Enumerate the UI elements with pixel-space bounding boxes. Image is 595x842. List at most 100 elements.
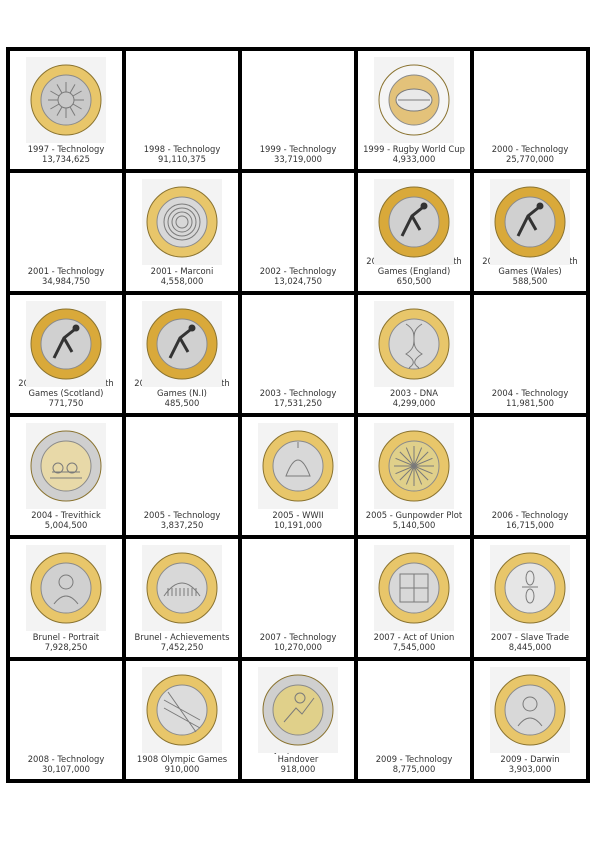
coin-cell: 2008 - Technology 30,107,000 bbox=[10, 661, 122, 779]
coin-cell: 1999 - Technology 33,719,000 bbox=[242, 51, 354, 169]
coin-cell: 2004 - Technology 11,981,500 bbox=[474, 295, 586, 413]
coin-caption: 2003 - Technology 17,531,250 bbox=[242, 388, 354, 408]
coin-cell: 2006Brunel - Portrait7,928,250 bbox=[10, 539, 122, 657]
mintage-count: 3,837,250 bbox=[160, 520, 204, 530]
coin-title: 2001 - Marconi bbox=[150, 266, 214, 276]
coin-image bbox=[374, 57, 454, 143]
mintage-count: 25,770,000 bbox=[506, 154, 554, 164]
coin-image bbox=[26, 423, 106, 509]
coin-title: 2004 - Trevithick bbox=[31, 510, 101, 520]
wwii-coin-icon bbox=[262, 430, 334, 502]
mintage-count: 650,500 bbox=[396, 276, 432, 286]
coin-caption: 2005 - Technology 3,837,250 bbox=[126, 510, 238, 530]
mintage-count: 11,981,500 bbox=[506, 398, 554, 408]
coin-caption: 2004 - Technology 11,981,500 bbox=[474, 388, 586, 408]
mintage-count: 33,719,000 bbox=[274, 154, 322, 164]
coin-grid: 1997 - Technology 13,734,625 1998 - Techno… bbox=[6, 47, 590, 783]
coin-title: 2007 - Technology bbox=[259, 632, 337, 642]
mintage-count: 588,500 bbox=[512, 276, 548, 286]
coin-title: Games (Wales) bbox=[498, 266, 562, 276]
mintage-count: 34,984,750 bbox=[42, 276, 90, 286]
coin-image bbox=[26, 57, 106, 143]
coin-title: 2007 - Slave Trade bbox=[490, 632, 570, 642]
coin-title: 2009 - Darwin bbox=[500, 754, 560, 764]
mintage-count: 91,110,375 bbox=[158, 154, 206, 164]
rugby-world-cup-coin-icon bbox=[378, 64, 450, 136]
coin-image bbox=[490, 179, 570, 265]
coin-caption: 2008 - Technology 30,107,000 bbox=[10, 754, 122, 774]
coin-cell: 2003 - DNA 4,299,000 bbox=[358, 295, 470, 413]
coin-caption: 2003 - DNA 4,299,000 bbox=[358, 388, 470, 408]
technology-1997-coin-icon bbox=[30, 64, 102, 136]
mintage-count: 16,715,000 bbox=[506, 520, 554, 530]
coin-caption: 2005 - WWII 10,191,000 bbox=[242, 510, 354, 530]
mintage-count: 5,004,500 bbox=[44, 520, 88, 530]
mintage-count: 17,531,250 bbox=[274, 398, 322, 408]
coin-title: 2006 - Technology bbox=[491, 510, 569, 520]
coin-image bbox=[374, 179, 454, 265]
coin-title: 2001 - Technology bbox=[27, 266, 105, 276]
coin-caption: 2000 - Technology 25,770,000 bbox=[474, 144, 586, 164]
dna-coin-icon bbox=[378, 308, 450, 380]
coin-title: 2002 - Technology bbox=[259, 266, 337, 276]
coin-cell: 1998 - Technology 91,110,375 bbox=[126, 51, 238, 169]
coin-image bbox=[142, 545, 222, 631]
coin-cell: 2005 - Gunpowder Plot 5,140,500 bbox=[358, 417, 470, 535]
coin-title: 2008 - Technology bbox=[27, 754, 105, 764]
mintage-count: 30,107,000 bbox=[42, 764, 90, 774]
coin-cell: 2002 - CommonwealthGames (Scotland)771,7… bbox=[10, 295, 122, 413]
coin-cell: 1997 - Technology 13,734,625 bbox=[10, 51, 122, 169]
mintage-count: 485,500 bbox=[164, 398, 200, 408]
coin-cell: 2002 - CommonwealthGames (Wales)588,500 bbox=[474, 173, 586, 291]
coin-caption: 2004 - Trevithick 5,004,500 bbox=[10, 510, 122, 530]
coin-title: 2005 - WWII bbox=[272, 510, 324, 520]
coin-title: Games (N.I) bbox=[157, 388, 207, 398]
mintage-count: 918,000 bbox=[280, 764, 316, 774]
coin-cell: 2009 - Technology 8,775,000 bbox=[358, 661, 470, 779]
coin-cell: 20081908 Olympic Games910,000 bbox=[126, 661, 238, 779]
coin-cell: 2005 - Technology 3,837,250 bbox=[126, 417, 238, 535]
marconi-coin-icon bbox=[146, 186, 218, 258]
mintage-count: 4,558,000 bbox=[160, 276, 204, 286]
coin-cell: 2004 - Trevithick 5,004,500 bbox=[10, 417, 122, 535]
coin-title: Games (Scotland) bbox=[28, 388, 104, 398]
coin-caption: 1999 - Technology 33,719,000 bbox=[242, 144, 354, 164]
coin-cell: 2009 - Darwin 3,903,000 bbox=[474, 661, 586, 779]
coin-caption: 1997 - Technology 13,734,625 bbox=[10, 144, 122, 164]
mintage-count: 7,452,250 bbox=[160, 642, 204, 652]
coin-cell: 2007 - Slave Trade 8,445,000 bbox=[474, 539, 586, 657]
trevithick-coin-icon bbox=[30, 430, 102, 502]
coin-title: 2005 - Technology bbox=[143, 510, 221, 520]
coin-title: 2003 - DNA bbox=[389, 388, 439, 398]
coin-image bbox=[490, 667, 570, 753]
commonwealth-wales-coin-icon bbox=[494, 186, 566, 258]
coin-title: 1999 - Rugby World Cup bbox=[363, 144, 465, 154]
coin-image bbox=[142, 667, 222, 753]
coin-caption: 2001 - Marconi 4,558,000 bbox=[126, 266, 238, 286]
coin-title: Games (England) bbox=[377, 266, 451, 276]
mintage-count: 8,445,000 bbox=[508, 642, 552, 652]
coin-image bbox=[374, 301, 454, 387]
coin-caption: 2007 - Slave Trade 8,445,000 bbox=[474, 632, 586, 652]
mintage-count: 771,750 bbox=[48, 398, 84, 408]
coin-cell: 2002 - Technology 13,024,750 bbox=[242, 173, 354, 291]
coin-image bbox=[258, 667, 338, 753]
coin-cell: 2001 - Marconi 4,558,000 bbox=[126, 173, 238, 291]
coin-title: 2004 - Technology bbox=[491, 388, 569, 398]
coin-caption: 1998 - Technology 91,110,375 bbox=[126, 144, 238, 164]
mintage-count: 8,775,000 bbox=[392, 764, 436, 774]
coin-cell: 2006Brunel - Achievements7,452,250 bbox=[126, 539, 238, 657]
coin-title: 2005 - Gunpowder Plot bbox=[365, 510, 463, 520]
coin-image bbox=[142, 179, 222, 265]
coin-caption: 2002 - Technology 13,024,750 bbox=[242, 266, 354, 286]
coin-caption: 1999 - Rugby World Cup 4,933,000 bbox=[358, 144, 470, 164]
coin-caption: 2009 - Darwin 3,903,000 bbox=[474, 754, 586, 774]
mintage-count: 13,734,625 bbox=[42, 154, 90, 164]
slave-trade-coin-icon bbox=[494, 552, 566, 624]
coin-cell: 1999 - Rugby World Cup 4,933,000 bbox=[358, 51, 470, 169]
commonwealth-ni-coin-icon bbox=[146, 308, 218, 380]
coin-title: 1908 Olympic Games bbox=[136, 754, 228, 764]
mintage-count: 4,933,000 bbox=[392, 154, 436, 164]
coin-image bbox=[374, 545, 454, 631]
mintage-count: 910,000 bbox=[164, 764, 200, 774]
